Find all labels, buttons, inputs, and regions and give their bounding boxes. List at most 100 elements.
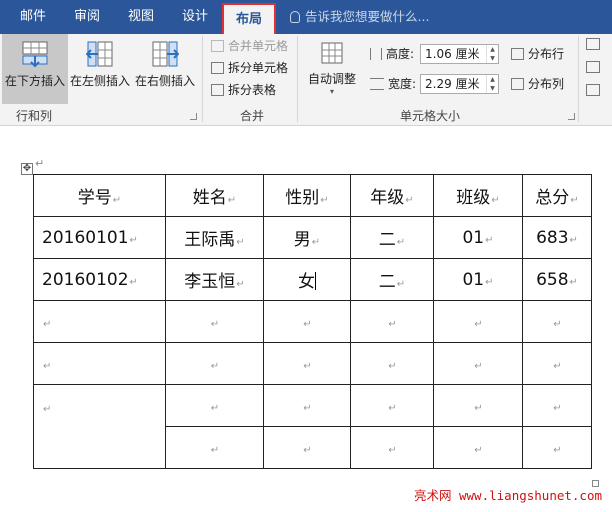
insert-below-icon [22,41,48,68]
autofit-icon [321,42,343,64]
table-cell-empty[interactable]: ↵ [522,384,592,427]
site-watermark: 亮术网 www.liangshunet.com [413,488,602,503]
tab-mailings[interactable]: 邮件 [8,0,58,34]
table-cell[interactable]: 01↵ [433,258,523,301]
autofit-button[interactable]: 自动调整 ▾ [302,34,362,104]
split-table-icon [211,84,224,96]
table-cell-empty[interactable]: ↵ [165,426,264,469]
table-cell-merged[interactable]: ↵ [33,384,166,469]
table-cell-empty[interactable]: ↵ [33,342,166,385]
table-cell-empty[interactable]: ↵ [263,300,351,343]
group-divider [578,36,579,122]
table-cell-empty[interactable]: ↵ [522,342,592,385]
table-cell-empty[interactable]: ↵ [350,342,434,385]
tab-design[interactable]: 设计 [170,0,220,34]
table-cell-empty[interactable]: ↵ [263,426,351,469]
insert-right-label: 在右侧插入 [134,74,195,88]
table-cell[interactable]: 20160101↵ [33,216,166,259]
width-label-row: 宽度: [370,74,416,94]
table-cell-empty[interactable]: ↵ [433,342,523,385]
table-header-cell[interactable]: 总分↵ [522,174,592,217]
table-move-handle-icon[interactable]: ✥ [21,163,33,175]
tab-review[interactable]: 审阅 [62,0,112,34]
split-table-label: 拆分表格 [228,83,277,97]
table-cell-empty[interactable]: ↵ [33,300,166,343]
insert-left-button[interactable]: 在左侧插入 [68,34,132,104]
width-label: 宽度: [388,77,417,91]
table-cell[interactable]: 王际禹↵ [165,216,264,259]
group-divider [297,36,298,122]
table-cell-empty[interactable]: ↵ [350,426,434,469]
table-cell-empty[interactable]: ↵ [522,300,592,343]
tab-view[interactable]: 视图 [116,0,166,34]
row-height-icon [370,48,382,60]
tab-layout[interactable]: 布局 [222,3,276,34]
column-width-icon [370,78,384,90]
table-header-cell[interactable]: 学号↵ [33,174,166,217]
spinner-arrows-icon[interactable]: ▲ ▼ [486,75,498,93]
insert-left-label: 在左侧插入 [69,74,130,88]
table-cell[interactable]: 李玉恒↵ [165,258,264,301]
table-cell[interactable]: 658↵ [522,258,592,301]
table-cell[interactable]: 01↵ [433,216,523,259]
table-row: 20160102↵ 李玉恒↵ 女 二↵ 01↵ 658↵ [33,258,592,301]
table-row: ↵ ↵ ↵ ↵ ↵ ↵ [33,300,592,343]
table-row: 20160101↵ 王际禹↵ 男↵ 二↵ 01↵ 683↵ [33,216,592,259]
text-cursor [315,272,316,290]
insert-right-button[interactable]: 在右侧插入 [132,34,198,104]
table-cell-empty[interactable]: ↵ [263,384,351,427]
split-cells-button[interactable]: 拆分单元格 [211,58,288,78]
table-header-cell[interactable]: 年级↵ [350,174,434,217]
split-cells-icon [211,62,224,74]
group-label-cell-size: 单元格大小 [400,109,461,123]
table-cell[interactable]: 男↵ [263,216,351,259]
align-middle-left-icon[interactable] [586,61,600,73]
table-cell-empty[interactable]: ↵ [350,384,434,427]
align-top-left-icon[interactable] [586,38,600,50]
table-row: ↵ ↵ ↵ ↵ ↵ ↵ [33,342,592,385]
table-cell-empty[interactable]: ↵ [165,300,264,343]
height-spinner[interactable]: 1.06 厘米 ▲ ▼ [420,44,499,64]
table-header-cell[interactable]: 班级↵ [433,174,523,217]
merge-cells-button[interactable]: 合并单元格 [211,36,288,56]
autofit-label: 自动调整 [307,72,356,86]
insert-right-icon [152,41,179,67]
table-cell-empty[interactable]: ↵ [433,384,523,427]
split-table-button[interactable]: 拆分表格 [211,80,276,100]
distribute-cols-button[interactable]: 分布列 [511,74,564,94]
table-cell-empty[interactable]: ↵ [433,426,523,469]
width-value: 2.29 厘米 [425,77,480,91]
table-cell-empty[interactable]: ↵ [350,300,434,343]
table-cell-empty[interactable]: ↵ [522,426,592,469]
table-header-cell[interactable]: 姓名↵ [165,174,264,217]
table-cell[interactable]: 女 [263,258,351,301]
distribute-cols-label: 分布列 [528,77,565,91]
distribute-rows-label: 分布行 [528,47,565,61]
height-label: 高度: [386,47,415,61]
spinner-arrows-icon[interactable]: ▲ ▼ [486,45,498,63]
width-spinner[interactable]: 2.29 厘米 ▲ ▼ [420,74,499,94]
table-cell[interactable]: 二↵ [350,216,434,259]
insert-below-button[interactable]: 在下方插入 [2,34,68,104]
table-cell-empty[interactable]: ↵ [433,300,523,343]
group-label-merge: 合并 [240,109,265,123]
merge-cells-icon [211,40,224,52]
distribute-rows-button[interactable]: 分布行 [511,44,564,64]
table-cell-empty[interactable]: ↵ [165,342,264,385]
lightbulb-icon [290,11,300,23]
table-cell[interactable]: 二↵ [350,258,434,301]
document-canvas[interactable]: ✥ ↵ 学号↵ 姓名↵ 性别↵ 年级↵ 班级↵ 总分↵ 20160101↵ 王际… [0,127,612,512]
group-divider [202,36,203,122]
align-bottom-left-icon[interactable] [586,84,600,96]
rows-cols-launcher-icon[interactable] [190,113,197,120]
tell-me-box[interactable]: 告诉我您想要做什么... [290,0,429,34]
table-cell[interactable]: 20160102↵ [33,258,166,301]
student-table[interactable]: 学号↵ 姓名↵ 性别↵ 年级↵ 班级↵ 总分↵ 20160101↵ 王际禹↵ 男… [33,174,592,469]
table-cell[interactable]: 683↵ [522,216,592,259]
height-label-row: 高度: [370,44,414,64]
table-cell-empty[interactable]: ↵ [263,342,351,385]
ribbon-tab-bar: 邮件 审阅 视图 设计 布局 告诉我您想要做什么... [0,0,612,34]
cell-size-launcher-icon[interactable] [568,113,575,120]
table-header-cell[interactable]: 性别↵ [263,174,351,217]
table-cell-empty[interactable]: ↵ [165,384,264,427]
